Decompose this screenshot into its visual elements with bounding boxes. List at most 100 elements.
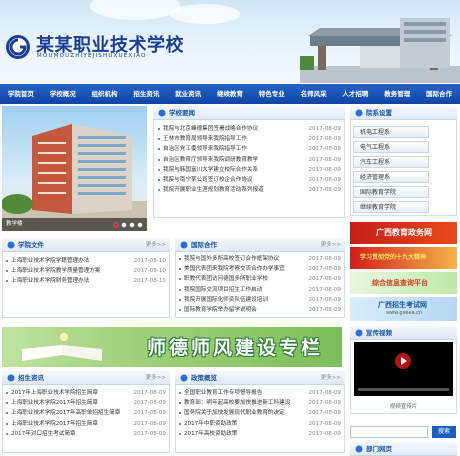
docs-header: 学院文件 更多>>	[2, 238, 170, 252]
news-icon	[158, 109, 166, 117]
search-input[interactable]	[350, 426, 428, 438]
nav-item-continuing[interactable]: 继续教育	[209, 84, 251, 104]
docs-more-link[interactable]: 更多>>	[146, 238, 166, 252]
banner-party-congress[interactable]: 学习贯彻党的十九大精神	[350, 247, 457, 269]
list-item[interactable]: 职教代表团访问德国多所职业学校 2017-08-09	[178, 274, 343, 284]
intl-header: 国际合作 更多>>	[175, 238, 345, 252]
list-item[interactable]: 王林市教育局领导来我院指导工作 2017-08-09	[157, 134, 343, 144]
intl-list: 我院与国外多所高校签订合作框架协议 2017-08-09 美国代表团来我院考察交流…	[178, 254, 343, 315]
building-image	[2, 124, 147, 231]
video-header: 宣传视频	[350, 326, 457, 340]
dept-continuing[interactable]: 继续教育学院	[353, 201, 429, 213]
intl-icon	[180, 241, 188, 249]
list-item[interactable]: 我院与韩国富川大学建立校际合作关系 2017-08-09	[157, 165, 343, 175]
nav-item-admission[interactable]: 招生资讯	[125, 84, 167, 104]
teacher-ethics-banner[interactable]: 师德师风建设专栏	[2, 327, 342, 367]
list-item[interactable]: 我院开展国际化师资队伍建设培训 2017-08-09	[178, 295, 343, 305]
video-icon	[355, 329, 363, 337]
slide-dot[interactable]	[129, 222, 135, 228]
campus-gate-image	[300, 18, 460, 83]
list-item[interactable]: 上海职业技术学院2017年招生简章 2017-08-09	[5, 398, 168, 408]
list-item[interactable]: 自治区教育厅领导来我院调研教育教学 2017-08-09	[157, 155, 343, 165]
list-item[interactable]: 上海职业技术学院教学质量管理方案 2017-08-10	[5, 266, 168, 276]
intl-more-link[interactable]: 更多>>	[321, 238, 341, 252]
links-title: 部门网页	[366, 445, 392, 453]
policy-header: 政策概览 更多>>	[175, 371, 345, 385]
nav-item-employment[interactable]: 就业资讯	[167, 84, 209, 104]
departments-icon	[355, 109, 363, 117]
banner-exam-site[interactable]: 广西招生考试网 www.gxeea.cn	[350, 297, 457, 321]
list-item[interactable]: 上海职业技术学院学籍管理办法 2017-08-10	[5, 256, 168, 266]
banner-info-query[interactable]: 综合信息查询平台	[350, 272, 457, 294]
policy-more-link[interactable]: 更多>>	[321, 371, 341, 385]
news-title: 学校要闻	[169, 109, 195, 117]
list-item[interactable]: 全国职业教育工作专项督导报告 2017-08-09	[178, 388, 343, 398]
video-progress-bar[interactable]	[358, 388, 449, 391]
main-nav: 学院首页 学校概况 组织机构 招生资讯 就业资讯 继续教育 特色专业 名师风采 …	[0, 84, 460, 104]
nav-item-academic[interactable]: 教务管理	[376, 84, 418, 104]
news-header: 学校要闻	[153, 106, 345, 120]
list-item[interactable]: 我院国际交流项目招生工作启动 2017-08-09	[178, 285, 343, 295]
book-icon	[22, 333, 102, 361]
policy-icon	[180, 374, 188, 382]
play-icon[interactable]	[394, 352, 412, 370]
list-item[interactable]: 国际教育学院举办留学说明会 2017-08-09	[178, 305, 343, 315]
admission-list: 2017年上海职业技术学院招生简章 2017-08-09 上海职业技术学院2017…	[5, 388, 168, 439]
dept-electrical[interactable]: 电气工程系	[353, 141, 429, 153]
nav-item-organization[interactable]: 组织机构	[84, 84, 126, 104]
policy-list: 全国职业教育工作专项督导报告 2017-08-09 教育部：明年起高校要加快推进新…	[178, 388, 343, 439]
campus-slideshow[interactable]: 教学楼	[2, 106, 147, 231]
list-item[interactable]: 教育部：明年起高校要加快推进新工科建设 2017-08-09	[178, 398, 343, 408]
list-item[interactable]: 2017年上海职业技术学院招生简章 2017-08-09	[5, 388, 168, 398]
slide-dot[interactable]	[121, 222, 127, 228]
departments-header: 院系设置	[350, 106, 457, 120]
nav-item-overview[interactable]: 学校概况	[42, 84, 84, 104]
school-logo-icon[interactable]	[5, 34, 31, 60]
nav-item-home[interactable]: 学院首页	[0, 84, 42, 104]
dept-automotive[interactable]: 汽车工程系	[353, 156, 429, 168]
links-icon	[355, 445, 363, 453]
links-header: 部门网页	[350, 442, 457, 456]
list-item[interactable]: 国务院关于加快发展现代职业教育的决定 2017-08-09	[178, 408, 343, 418]
list-item[interactable]: 自治区党工委领导来我院指导工作 2017-08-09	[157, 144, 343, 154]
intl-title: 国际合作	[191, 241, 217, 249]
site-header: 某某职业技术学校 MOUMOUZHIYEJISHUXUEXIAO	[0, 0, 460, 83]
site-subtitle: MOUMOUZHIYEJISHUXUEXIAO	[37, 53, 147, 59]
list-item[interactable]: 美国代表团来我院考察交流合作办学事宜 2017-08-09	[178, 264, 343, 274]
docs-icon	[7, 241, 15, 249]
search-button[interactable]: 搜索	[432, 426, 456, 438]
docs-list: 上海职业技术学院学籍管理办法 2017-08-10 上海职业技术学院教学质量管理方…	[5, 256, 168, 287]
slide-dot[interactable]	[137, 222, 143, 228]
list-item[interactable]: 我院与国外多所高校签订合作框架协议 2017-08-09	[178, 254, 343, 264]
list-item[interactable]: 我院开展职业生涯规划教育活动系列报道 2017-08-09	[157, 185, 343, 195]
banner-education-gov[interactable]: 广西教育政务网	[350, 222, 457, 244]
video-title: 宣传视频	[366, 329, 392, 337]
admission-header: 招生资讯 更多>>	[2, 371, 170, 385]
teacher-banner-text: 师德师风建设专栏	[147, 337, 324, 359]
dept-mechanical[interactable]: 机电工程系	[353, 126, 429, 138]
list-item[interactable]: 2017年高校资助政策 2017-08-09	[178, 429, 343, 439]
nav-item-international[interactable]: 国际合作	[418, 84, 460, 104]
list-item[interactable]: 我院与南宁某公司签订校企合作协议 2017-08-09	[157, 175, 343, 185]
list-item[interactable]: 上海职业技术学院2017年高职单招招生简章 2017-08-09	[5, 408, 168, 418]
policy-title: 政策概览	[191, 374, 217, 382]
slide-dot[interactable]	[113, 222, 119, 228]
dept-economics[interactable]: 经济管理系	[353, 171, 429, 183]
docs-title: 学院文件	[18, 241, 44, 249]
nav-item-recruitment[interactable]: 人才招聘	[335, 84, 377, 104]
list-item[interactable]: 上海职业技术学院2017年招生简章 2017-08-09	[5, 419, 168, 429]
admission-icon	[7, 374, 15, 382]
list-item[interactable]: 2017年对口招生考试简章 2017-08-09	[5, 429, 168, 439]
list-item[interactable]: 我院与北京峰德集团签署战略合作协议 2017-08-09	[157, 124, 343, 134]
departments-title: 院系设置	[366, 109, 392, 117]
admission-more-link[interactable]: 更多>>	[146, 371, 166, 385]
news-list: 我院与北京峰德集团签署战略合作协议 2017-08-09 王林市教育局领导来我院指…	[157, 124, 343, 195]
dept-international[interactable]: 国际教育学院	[353, 186, 429, 198]
slideshow-dots	[113, 222, 143, 228]
video-caption: 视频宣传片	[389, 404, 418, 410]
list-item[interactable]: 2017年中职资助政策 2017-08-09	[178, 419, 343, 429]
video-player[interactable]	[354, 342, 453, 396]
list-item[interactable]: 上海职业技术学院财务管理办法 2017-08-10	[5, 276, 168, 286]
nav-item-teachers[interactable]: 名师风采	[293, 84, 335, 104]
nav-item-majors[interactable]: 特色专业	[251, 84, 293, 104]
